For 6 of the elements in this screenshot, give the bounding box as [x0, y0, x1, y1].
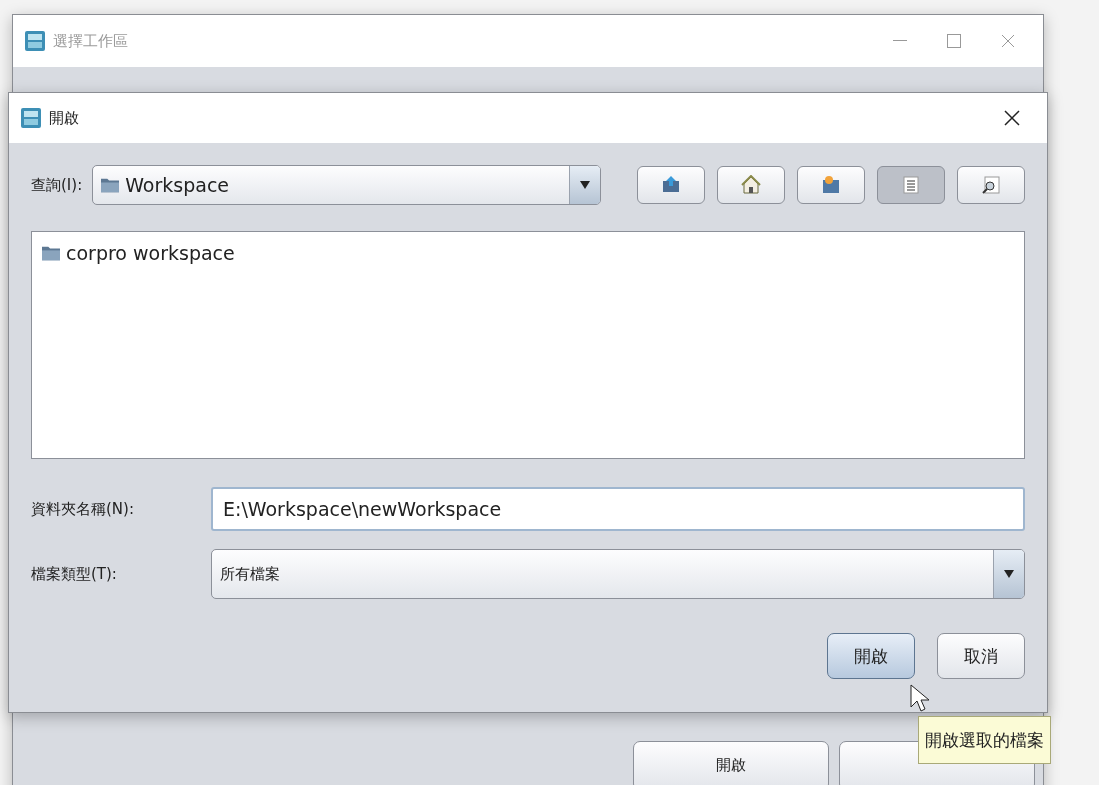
folder-name-label: 資料夾名稱(N):	[31, 499, 135, 519]
file-type-label: 檔案類型(T):	[31, 564, 118, 584]
dialog-title: 開啟	[49, 108, 80, 128]
look-in-label: 查詢(I):	[31, 175, 83, 195]
tooltip: 開啟選取的檔案	[918, 716, 1051, 764]
window-title: 選擇工作區	[53, 31, 129, 51]
